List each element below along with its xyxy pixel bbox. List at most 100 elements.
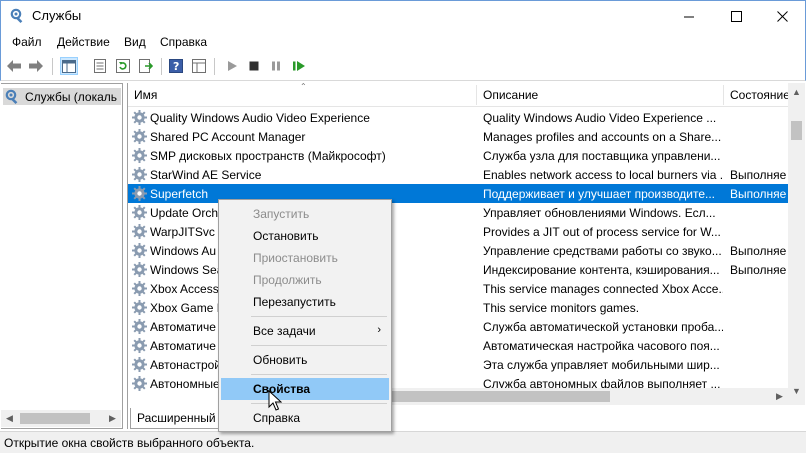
service-description: This service manages connected Xbox Acce… <box>483 282 723 296</box>
menu-separator <box>251 374 387 375</box>
service-gear-icon <box>131 223 148 240</box>
scrollbar-thumb[interactable] <box>20 413 90 424</box>
service-description: Управляет обновлениями Windows. Есл... <box>483 206 716 220</box>
service-gear-icon <box>131 128 148 145</box>
column-header-row: ⌃ Имя Описание Состояние <box>128 82 790 107</box>
title-bar: Службы <box>0 0 806 31</box>
scrollbar-thumb[interactable] <box>392 391 610 402</box>
column-header-description[interactable]: Описание <box>477 83 723 107</box>
list-vertical-scrollbar[interactable]: ▲ ▼ <box>788 83 805 405</box>
export-icon <box>139 59 153 73</box>
service-description: Управление средствами работы со звуко... <box>483 244 722 258</box>
tree-item-services-local[interactable]: Службы (локаль <box>3 88 121 105</box>
menu-help[interactable]: Справка <box>160 35 207 49</box>
service-gear-icon <box>131 261 148 278</box>
service-gear-icon <box>131 166 148 183</box>
help-icon: ? <box>169 59 183 73</box>
forward-button[interactable] <box>27 57 45 75</box>
stop-icon <box>249 61 259 71</box>
service-status: Выполняе <box>730 168 787 182</box>
status-bar: Открытие окна свойств выбранного объекта… <box>0 431 806 453</box>
scroll-left-icon[interactable]: ◀ <box>1 410 18 427</box>
menu-separator <box>251 316 387 317</box>
status-text: Открытие окна свойств выбранного объекта… <box>4 436 255 450</box>
refresh-icon <box>116 59 130 73</box>
menu-separator <box>251 345 387 346</box>
service-status: Выполняе <box>730 263 787 277</box>
tree-item-label: Службы (локаль <box>25 89 118 104</box>
minimize-button[interactable] <box>666 1 712 31</box>
service-gear-icon <box>131 242 148 259</box>
scrollbar-thumb[interactable] <box>791 121 802 140</box>
service-name: Shared PC Account Manager <box>150 130 306 144</box>
back-arrow-icon <box>7 60 21 72</box>
service-description: Enables network access to local burners … <box>483 168 723 182</box>
service-gear-icon <box>131 337 148 354</box>
menu-action[interactable]: Действие <box>57 35 110 49</box>
view-button[interactable] <box>190 57 208 75</box>
services-gear-icon <box>5 89 18 104</box>
column-header-status[interactable]: Состояние <box>724 83 790 107</box>
forward-arrow-icon <box>29 60 43 72</box>
export-button[interactable] <box>137 57 155 75</box>
tab-extended[interactable]: Расширенный <box>130 408 223 429</box>
scroll-right-icon[interactable]: ▶ <box>771 388 788 405</box>
column-header-name[interactable]: Имя <box>128 83 476 107</box>
service-gear-icon <box>131 185 148 202</box>
service-name: Quality Windows Audio Video Experience <box>150 111 370 125</box>
refresh-button[interactable] <box>114 57 132 75</box>
table-row[interactable]: Quality Windows Audio Video Experience Qu… <box>128 108 788 127</box>
back-button[interactable] <box>5 57 23 75</box>
table-row[interactable]: Shared PC Account Manager Manages profile… <box>128 127 788 146</box>
table-row[interactable]: SMP дисковых пространств (Майкрософт) Слу… <box>128 146 788 165</box>
service-description: Quality Windows Audio Video Experience .… <box>483 111 717 125</box>
console-tree-button[interactable] <box>60 57 78 75</box>
service-description: Автоматическая настройка часового поя... <box>483 339 720 353</box>
service-gear-icon <box>131 109 148 126</box>
scroll-right-icon[interactable]: ▶ <box>104 410 121 427</box>
maximize-button[interactable] <box>713 1 759 31</box>
properties-list-icon <box>94 59 106 73</box>
close-button[interactable] <box>759 1 805 31</box>
menu-item-restart[interactable]: Перезапустить <box>221 291 389 313</box>
menu-item-properties[interactable]: Свойства <box>221 378 389 400</box>
start-service-button[interactable] <box>223 57 241 75</box>
menu-item-help[interactable]: Справка <box>221 407 389 429</box>
menu-view[interactable]: Вид <box>124 35 146 49</box>
minimize-icon <box>683 16 694 17</box>
menu-item-all-tasks[interactable]: Все задачи › <box>221 320 389 342</box>
table-row[interactable]: StarWind AE Service Enables network acces… <box>128 165 788 184</box>
service-name: SMP дисковых пространств (Майкрософт) <box>150 149 386 163</box>
scroll-down-icon[interactable]: ▼ <box>788 382 805 399</box>
list-horizontal-scrollbar[interactable]: ▶ <box>388 388 788 405</box>
stop-service-button[interactable] <box>245 57 263 75</box>
pause-icon <box>272 61 280 71</box>
menu-item-pause[interactable]: Приостановить <box>221 247 389 269</box>
service-gear-icon <box>131 204 148 221</box>
menu-item-refresh[interactable]: Обновить <box>221 349 389 371</box>
service-description: Служба автоматической установки проба... <box>483 320 723 334</box>
scroll-up-icon[interactable]: ▲ <box>788 83 805 100</box>
play-icon <box>228 61 237 71</box>
service-description: This service monitors games. <box>483 301 640 315</box>
help-button[interactable]: ? <box>167 57 185 75</box>
service-gear-icon <box>131 147 148 164</box>
service-gear-icon <box>131 356 148 373</box>
mouse-pointer-icon <box>268 390 282 411</box>
properties-list-button[interactable] <box>91 57 109 75</box>
service-description: Manages profiles and accounts on a Share… <box>483 130 722 144</box>
service-status: Выполняе <box>730 187 787 201</box>
menu-item-resume[interactable]: Продолжить <box>221 269 389 291</box>
menu-item-stop[interactable]: Остановить <box>221 225 389 247</box>
console-tree-pane: Службы (локаль ◀ ▶ <box>1 83 123 429</box>
menu-file[interactable]: Файл <box>12 35 42 49</box>
console-tree-icon <box>62 59 76 73</box>
tree-horizontal-scrollbar[interactable]: ◀ ▶ <box>1 410 121 427</box>
service-description: Поддерживает и улучшает производите... <box>483 187 716 201</box>
service-gear-icon <box>131 280 148 297</box>
pause-service-button[interactable] <box>267 57 285 75</box>
toolbar: ? <box>0 53 806 81</box>
restart-service-button[interactable] <box>290 57 308 75</box>
view-icon <box>192 59 206 73</box>
menu-item-start[interactable]: Запустить <box>221 203 389 225</box>
